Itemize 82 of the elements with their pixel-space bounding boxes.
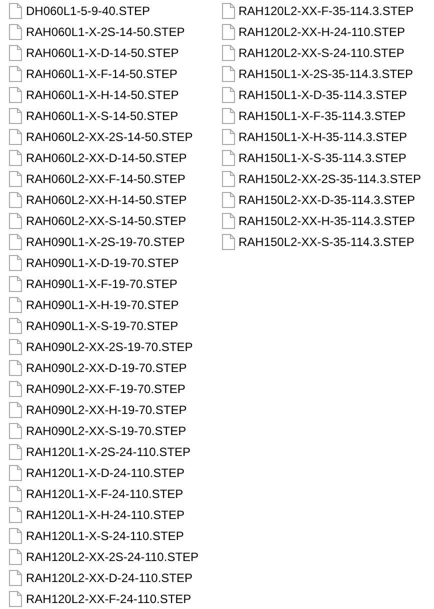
file-name[interactable]: RAH150L2-XX-2S-35-114.3.STEP: [238, 172, 422, 186]
file-icon: [9, 170, 22, 186]
file-name[interactable]: RAH090L2-XX-2S-19-70.STEP: [26, 340, 193, 354]
file-name[interactable]: RAH150L1-X-F-35-114.3.STEP: [238, 108, 406, 122]
file-name[interactable]: RAH060L2-XX-D-14-50.STEP: [26, 150, 187, 164]
file-icon: [222, 192, 234, 208]
file-icon: [9, 128, 22, 144]
file-icon: [9, 380, 22, 396]
file-icon: [222, 86, 234, 102]
file-name[interactable]: RAH060L1-X-D-14-50.STEP: [26, 46, 179, 60]
file-name[interactable]: RAH090L2-XX-D-19-70.STEP: [26, 360, 187, 374]
file-name[interactable]: RAH090L1-X-F-19-70.STEP: [26, 276, 178, 290]
file-icon: [222, 234, 234, 250]
file-icon: [9, 296, 22, 312]
file-name[interactable]: RAH090L1-X-S-19-70.STEP: [26, 318, 178, 332]
file-name[interactable]: RAH150L2-XX-S-35-114.3.STEP: [238, 234, 414, 248]
file-icon: [222, 128, 234, 144]
file-icon: [9, 254, 22, 270]
file-icon: [9, 150, 22, 166]
file-icon: [9, 486, 22, 502]
file-name[interactable]: RAH120L2-XX-F-35-114.3.STEP: [238, 4, 414, 18]
file-icon: [222, 170, 234, 186]
file-name[interactable]: RAH120L2-XX-S-24-110.STEP: [238, 46, 404, 60]
file-name[interactable]: RAH060L2-XX-2S-14-50.STEP: [26, 130, 193, 144]
file-name[interactable]: RAH090L2-XX-F-19-70.STEP: [26, 382, 186, 396]
file-name[interactable]: RAH060L2-XX-S-14-50.STEP: [26, 214, 186, 228]
file-name[interactable]: RAH090L1-X-H-19-70.STEP: [26, 298, 179, 312]
file-icon: [222, 108, 234, 124]
file-name[interactable]: RAH150L2-XX-D-35-114.3.STEP: [238, 192, 416, 206]
file-icon: [9, 108, 22, 124]
file-icon: [222, 150, 234, 166]
file-icon: [9, 24, 22, 40]
file-icon: [9, 464, 22, 480]
file-name[interactable]: RAH120L1-X-2S-24-110.STEP: [26, 444, 191, 458]
file-name[interactable]: RAH150L1-X-2S-35-114.3.STEP: [238, 66, 414, 80]
file-name[interactable]: RAH120L2-XX-F-24-110.STEP: [26, 592, 192, 606]
file-icon: [9, 360, 22, 376]
file-icon: [9, 212, 22, 228]
file-icon: [222, 212, 234, 228]
file-name[interactable]: RAH090L2-XX-S-19-70.STEP: [26, 424, 186, 438]
file-icon: [9, 86, 22, 102]
file-name[interactable]: RAH150L1-X-S-35-114.3.STEP: [238, 150, 406, 164]
file-name[interactable]: RAH150L1-X-D-35-114.3.STEP: [238, 88, 408, 102]
file-name[interactable]: RAH060L1-X-S-14-50.STEP: [26, 108, 178, 122]
file-icon: [9, 548, 22, 564]
file-icon: [9, 66, 22, 82]
file-name[interactable]: RAH150L2-XX-H-35-114.3.STEP: [238, 214, 416, 228]
file-icon: [9, 444, 22, 460]
file-icon: [9, 338, 22, 354]
file-name[interactable]: RAH120L1-X-F-24-110.STEP: [26, 486, 184, 500]
file-icon: [9, 44, 22, 60]
file-name[interactable]: RAH090L1-X-2S-19-70.STEP: [26, 234, 185, 248]
file-name[interactable]: RAH120L2-XX-2S-24-110.STEP: [26, 550, 199, 564]
file-icon: [222, 24, 234, 40]
file-icon: [9, 276, 22, 292]
file-name[interactable]: RAH060L1-X-H-14-50.STEP: [26, 88, 179, 102]
file-icon: [9, 590, 22, 606]
file-name[interactable]: RAH150L1-X-H-35-114.3.STEP: [238, 130, 408, 144]
file-icon: [222, 2, 234, 18]
file-name[interactable]: RAH060L1-X-2S-14-50.STEP: [26, 24, 185, 38]
file-icon: [9, 318, 22, 334]
file-icon: [9, 506, 22, 522]
file-name[interactable]: RAH120L2-XX-H-24-110.STEP: [238, 24, 406, 38]
file-icon: [9, 570, 22, 586]
file-name[interactable]: RAH090L1-X-D-19-70.STEP: [26, 256, 179, 270]
file-name[interactable]: RAH060L1-X-F-14-50.STEP: [26, 66, 178, 80]
file-icon: [9, 2, 22, 18]
file-name[interactable]: RAH120L1-X-S-24-110.STEP: [26, 528, 184, 542]
file-icon: [9, 192, 22, 208]
file-icon: [222, 44, 234, 60]
file-icon: [9, 234, 22, 250]
file-icon: [9, 422, 22, 438]
file-name[interactable]: RAH090L2-XX-H-19-70.STEP: [26, 402, 187, 416]
file-icon: [222, 66, 234, 82]
file-icon: [9, 528, 22, 544]
file-icon: [9, 402, 22, 418]
file-name[interactable]: RAH060L2-XX-H-14-50.STEP: [26, 192, 187, 206]
file-name[interactable]: RAH120L2-XX-D-24-110.STEP: [26, 570, 193, 584]
file-name[interactable]: RAH120L1-X-H-24-110.STEP: [26, 508, 185, 522]
file-name[interactable]: RAH060L2-XX-F-14-50.STEP: [26, 172, 186, 186]
file-name[interactable]: DH060L1-5-9-40.STEP: [26, 4, 150, 18]
file-name[interactable]: RAH120L1-X-D-24-110.STEP: [26, 466, 185, 480]
